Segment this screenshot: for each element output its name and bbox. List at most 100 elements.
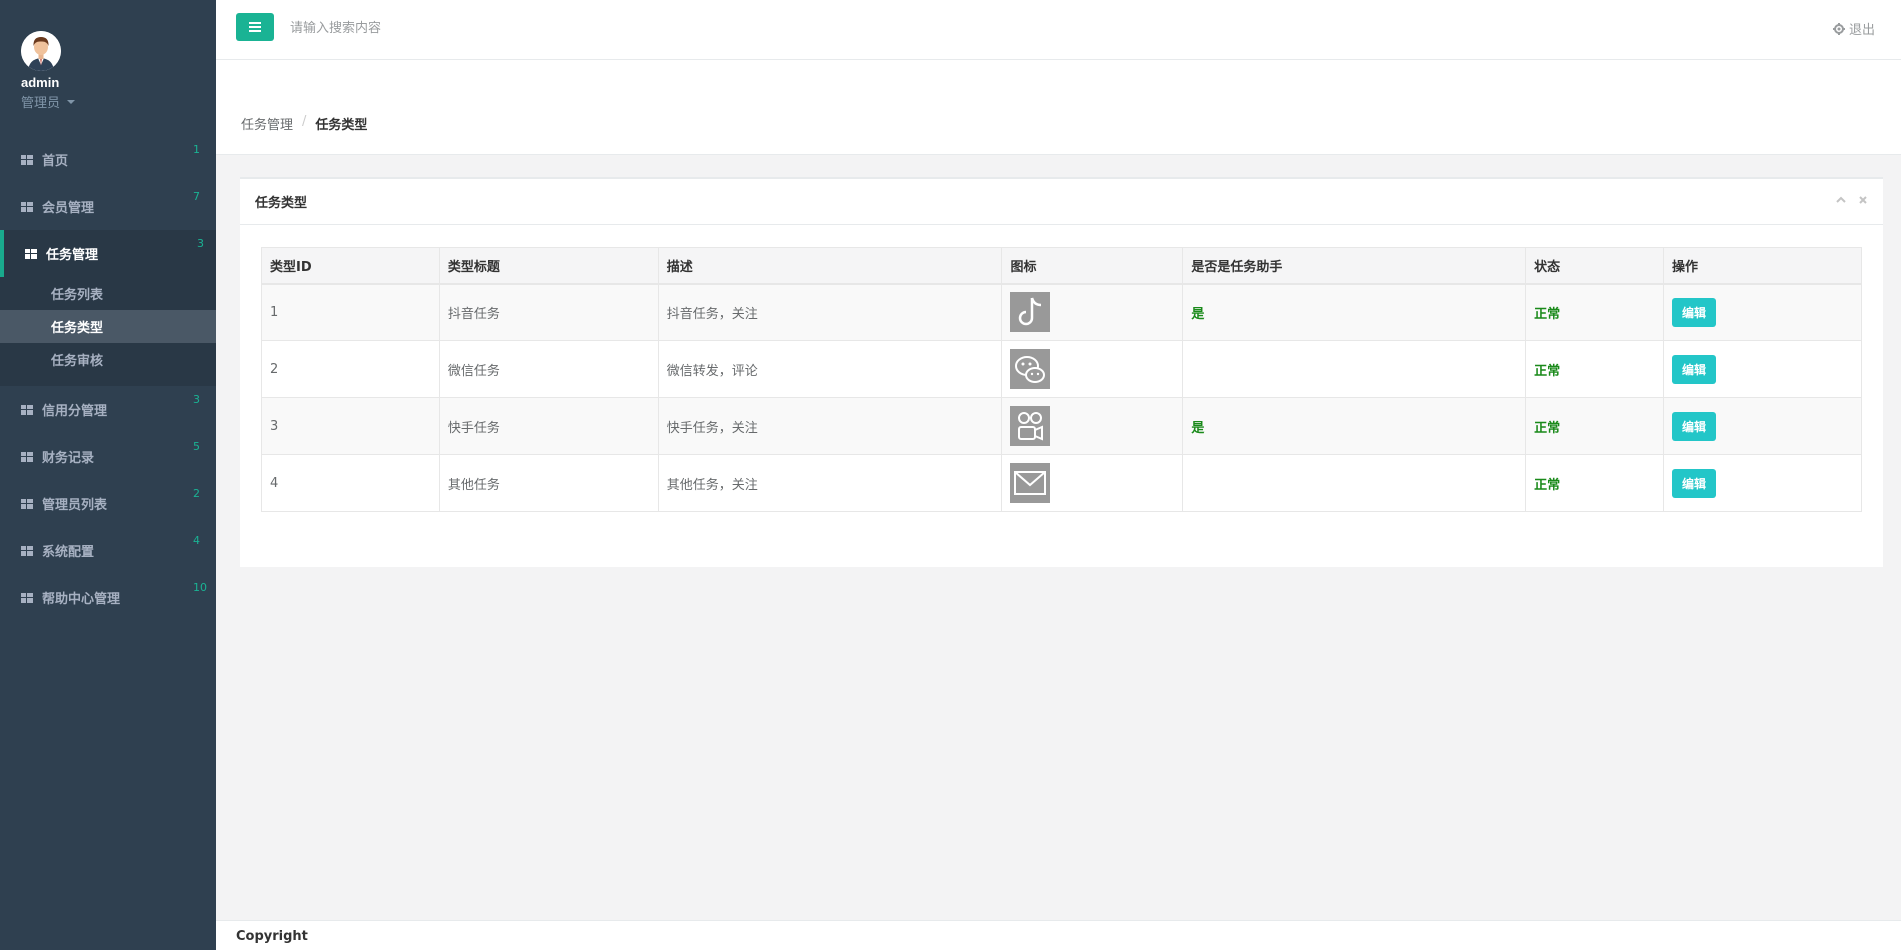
sidebar-item-admins[interactable]: 管理员列表 2 xyxy=(0,480,216,527)
hamburger-icon xyxy=(249,22,261,32)
column-header[interactable]: 描述 xyxy=(657,247,1003,285)
column-header[interactable]: 状态 xyxy=(1525,247,1665,285)
sidebar-item-help[interactable]: 帮助中心管理 10 xyxy=(0,574,216,621)
sidebar-item-label: 管理员列表 xyxy=(42,498,108,513)
sidebar-subitem-task-review[interactable]: 任务审核 xyxy=(0,343,216,376)
sidebar-item-home[interactable]: 首页 1 xyxy=(0,136,216,183)
sidebar-item-label: 首页 xyxy=(42,154,69,169)
cell-action: 编辑 xyxy=(1663,454,1862,512)
column-header[interactable]: 图标 xyxy=(1001,247,1184,285)
breadcrumb: 任务管理 / 任务类型 xyxy=(241,114,367,133)
grid-icon xyxy=(21,498,33,509)
sidebar-badge: 4 xyxy=(193,534,200,547)
sidebar-badge: 10 xyxy=(193,581,207,594)
cell-assistant xyxy=(1182,340,1527,398)
sidebar-item-label: 系统配置 xyxy=(42,545,95,560)
sidebar-item-label: 帮助中心管理 xyxy=(42,592,121,607)
sidebar-subitem-task-types[interactable]: 任务类型 xyxy=(0,310,216,343)
cell-id: 2 xyxy=(261,340,440,398)
column-header[interactable]: 操作 xyxy=(1663,247,1862,285)
sidebar-item-finance[interactable]: 财务记录 5 xyxy=(0,433,216,480)
cell-id: 1 xyxy=(261,283,440,341)
breadcrumb-separator: / xyxy=(302,114,307,129)
breadcrumb-current: 任务类型 xyxy=(315,118,368,133)
cell-assistant xyxy=(1182,454,1527,512)
cell-action: 编辑 xyxy=(1663,283,1862,341)
cell-desc: 微信转发，评论 xyxy=(657,340,1003,398)
menu-toggle-button[interactable] xyxy=(236,13,274,41)
caret-down-icon xyxy=(67,99,76,104)
edit-button[interactable]: 编辑 xyxy=(1672,468,1717,498)
cell-action: 编辑 xyxy=(1663,397,1862,455)
sidebar-badge: 3 xyxy=(193,393,200,406)
sidebar-subitem-task-list[interactable]: 任务列表 xyxy=(0,277,216,310)
cell-desc: 快手任务，关注 xyxy=(657,397,1003,455)
sidebar-item-tasks[interactable]: 任务管理 3 xyxy=(0,230,216,277)
sidebar-item-label: 会员管理 xyxy=(42,201,95,216)
column-header[interactable]: 是否是任务助手 xyxy=(1182,247,1527,285)
sidebar-item-members[interactable]: 会员管理 7 xyxy=(0,183,216,230)
panel-tools xyxy=(1835,194,1869,206)
topbar: 退出 xyxy=(216,0,1901,60)
sidebar-badge: 5 xyxy=(193,440,200,453)
sidebar-subnav-tasks: 任务列表 任务类型 任务审核 xyxy=(0,277,216,386)
table-row: 4 其他任务 其他任务，关注 正常 编辑 xyxy=(261,454,1862,512)
sidebar-item-credit[interactable]: 信用分管理 3 xyxy=(0,386,216,433)
cell-title: 其他任务 xyxy=(438,454,659,512)
cell-desc: 抖音任务，关注 xyxy=(657,283,1003,341)
grid-icon xyxy=(21,451,33,462)
logout-label: 退出 xyxy=(1848,23,1875,38)
avatar[interactable] xyxy=(21,31,61,71)
table-row: 3 快手任务 快手任务，关注 是 正常 编辑 xyxy=(261,397,1862,455)
cell-status: 正常 xyxy=(1525,454,1665,512)
edit-button[interactable]: 编辑 xyxy=(1672,354,1717,384)
cell-id: 4 xyxy=(261,454,440,512)
grid-icon xyxy=(21,592,33,603)
table-row: 1 抖音任务 抖音任务，关注 是 正常 编辑 xyxy=(261,283,1862,341)
panel-title: 任务类型 xyxy=(255,196,308,211)
collapse-icon[interactable] xyxy=(1835,194,1847,206)
sidebar-badge: 2 xyxy=(193,487,200,500)
close-icon[interactable] xyxy=(1857,194,1869,206)
column-header[interactable]: 类型ID xyxy=(261,247,440,285)
cell-title: 快手任务 xyxy=(438,397,659,455)
column-header[interactable]: 类型标题 xyxy=(438,247,659,285)
panel-header: 任务类型 xyxy=(240,179,1883,225)
grid-icon xyxy=(21,404,33,415)
cell-status: 正常 xyxy=(1525,283,1665,341)
cell-icon xyxy=(1001,397,1184,455)
sidebar-badge: 3 xyxy=(197,237,204,250)
table-row: 2 微信任务 微信转发，评论 正常 编辑 xyxy=(261,340,1862,398)
cell-icon xyxy=(1001,283,1184,341)
cell-status: 正常 xyxy=(1525,340,1665,398)
douyin-icon xyxy=(1010,292,1051,333)
cell-action: 编辑 xyxy=(1663,340,1862,398)
sidebar: admin 管理员 首页 1 会员管理 7 任务管理 3 任务列表 任务类型 任… xyxy=(0,0,216,950)
gear-icon xyxy=(1832,22,1845,35)
task-types-table: 类型ID 类型标题 描述 图标 是否是任务助手 状态 操作 1 抖音任务 抖音任… xyxy=(261,247,1862,512)
sidebar-item-settings[interactable]: 系统配置 4 xyxy=(0,527,216,574)
cell-desc: 其他任务，关注 xyxy=(657,454,1003,512)
copyright-text: Copyright xyxy=(236,929,308,944)
sidebar-badge: 7 xyxy=(193,190,200,203)
profile-role-label: 管理员 xyxy=(21,96,61,111)
sidebar-item-label: 信用分管理 xyxy=(42,404,108,419)
sidebar-nav: 首页 1 会员管理 7 任务管理 3 任务列表 任务类型 任务审核 信用分管理 … xyxy=(0,136,216,621)
mail-icon xyxy=(1010,463,1051,503)
edit-button[interactable]: 编辑 xyxy=(1672,411,1717,441)
cell-title: 微信任务 xyxy=(438,340,659,398)
logout-button[interactable]: 退出 xyxy=(1832,19,1875,38)
grid-icon xyxy=(21,201,33,212)
edit-button[interactable]: 编辑 xyxy=(1672,297,1717,327)
kuaishou-icon xyxy=(1010,406,1051,446)
grid-icon xyxy=(21,545,33,556)
cell-status: 正常 xyxy=(1525,397,1665,455)
cell-assistant: 是 xyxy=(1182,397,1527,455)
profile-role-dropdown[interactable]: 管理员 xyxy=(21,92,216,111)
search-input[interactable] xyxy=(290,16,690,40)
table-header-row: 类型ID 类型标题 描述 图标 是否是任务助手 状态 操作 xyxy=(261,247,1862,285)
sidebar-item-label: 财务记录 xyxy=(42,451,95,466)
cell-title: 抖音任务 xyxy=(438,283,659,341)
breadcrumb-parent[interactable]: 任务管理 xyxy=(241,114,293,133)
page-heading: 任务管理 / 任务类型 xyxy=(216,60,1901,155)
